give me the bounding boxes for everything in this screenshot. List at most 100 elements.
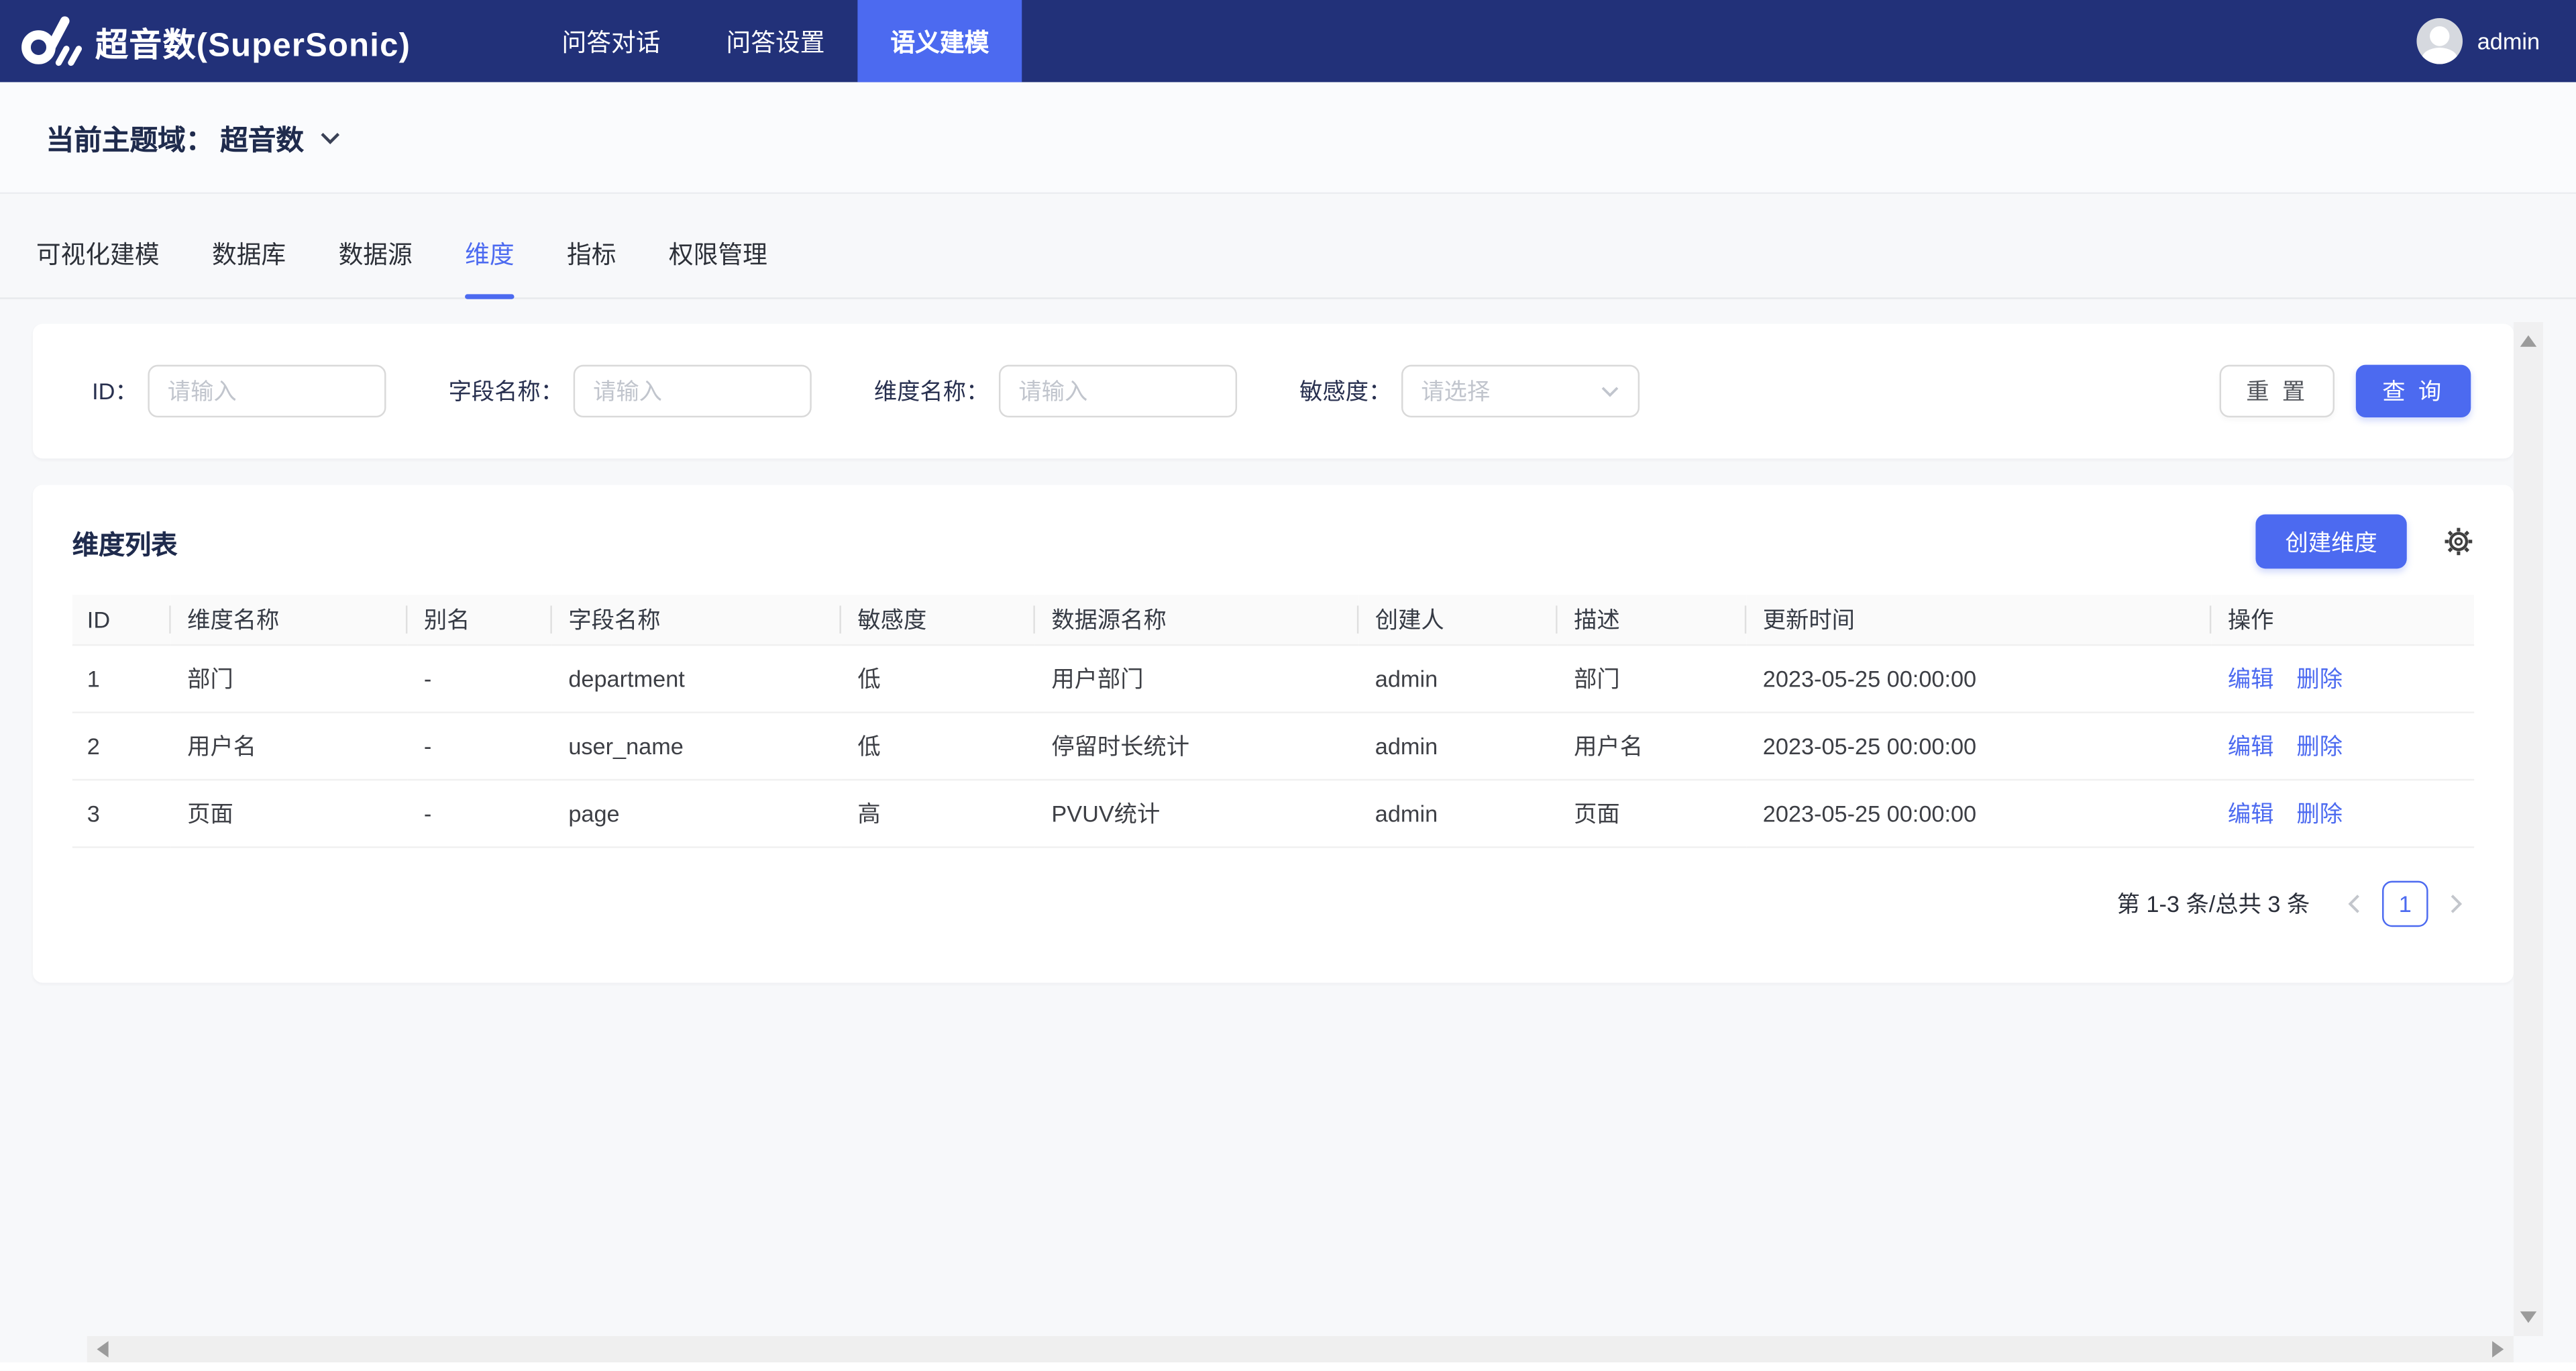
cell-actions: 编辑 删除 — [2211, 645, 2474, 712]
brand[interactable]: 超音数(SuperSonic) — [0, 0, 513, 82]
tab-visual-modeling[interactable]: 可视化建模 — [30, 237, 166, 298]
tab-database[interactable]: 数据库 — [205, 237, 292, 298]
cell-field: user_name — [552, 713, 841, 780]
nav-item-qa-chat[interactable]: 问答对话 — [529, 0, 694, 82]
col-creator: 创建人 — [1358, 595, 1557, 646]
id-input[interactable] — [148, 365, 386, 417]
cell-sensitivity: 高 — [841, 780, 1035, 847]
tab-dimension[interactable]: 维度 — [458, 237, 521, 298]
search-button[interactable]: 查 询 — [2356, 365, 2471, 417]
scroll-right-icon[interactable] — [2492, 1341, 2504, 1357]
col-dimension-name: 维度名称 — [171, 595, 408, 646]
domain-bar: 当前主题域： 超音数 — [0, 82, 2576, 194]
username: admin — [2477, 28, 2540, 54]
table-row: 2 用户名 - user_name 低 停留时长统计 admin 用户名 202… — [72, 713, 2474, 780]
sensitivity-select[interactable]: 请选择 — [1401, 365, 1640, 417]
filter-group-sensitivity: 敏感度： 请选择 — [1299, 365, 1640, 417]
cell-creator: admin — [1358, 713, 1557, 780]
dimension-list-panel: 维度列表 创建维度 — [33, 485, 2514, 982]
cell-field: page — [552, 780, 841, 847]
cell-description: 部门 — [1558, 645, 1747, 712]
cell-id: 2 — [72, 713, 171, 780]
tab-datasource[interactable]: 数据源 — [332, 237, 419, 298]
pagination: 第 1-3 条/总共 3 条 1 — [72, 881, 2474, 927]
edit-link[interactable]: 编辑 — [2228, 733, 2274, 759]
user-menu[interactable]: admin — [2416, 0, 2576, 82]
dimension-table: ID 维度名称 别名 字段名称 敏感度 数据源名称 创建人 描述 更新时间 操作… — [72, 595, 2474, 848]
dimension-name-input[interactable] — [999, 365, 1237, 417]
col-update-time: 更新时间 — [1746, 595, 2211, 646]
select-placeholder: 请选择 — [1421, 374, 1490, 407]
scroll-left-icon[interactable] — [97, 1341, 108, 1357]
cell-actions: 编辑 删除 — [2211, 780, 2474, 847]
cell-creator: admin — [1358, 780, 1557, 847]
nav-item-semantic-modeling[interactable]: 语义建模 — [857, 0, 1022, 82]
table-row: 3 页面 - page 高 PVUV统计 admin 页面 2023-05-25… — [72, 780, 2474, 847]
cell-datasource: 停留时长统计 — [1035, 713, 1358, 780]
table-header-row: ID 维度名称 别名 字段名称 敏感度 数据源名称 创建人 描述 更新时间 操作 — [72, 595, 2474, 646]
create-dimension-button[interactable]: 创建维度 — [2255, 515, 2406, 569]
cell-field: department — [552, 645, 841, 712]
user-avatar — [2416, 18, 2463, 64]
gear-icon[interactable] — [2443, 526, 2475, 558]
cell-datasource: 用户部门 — [1035, 645, 1358, 712]
vertical-scrollbar[interactable] — [2514, 322, 2543, 1336]
cell-updated: 2023-05-25 00:00:00 — [1746, 645, 2211, 712]
scroll-up-icon[interactable] — [2520, 336, 2536, 347]
supersonic-logo-icon — [19, 15, 82, 67]
delete-link[interactable]: 删除 — [2296, 801, 2343, 827]
edit-link[interactable]: 编辑 — [2228, 801, 2274, 827]
filter-label-id: ID： — [92, 374, 138, 407]
cell-creator: admin — [1358, 645, 1557, 712]
filter-group-dimension-name: 维度名称： — [874, 365, 1237, 417]
main-nav: 问答对话 问答设置 语义建模 — [529, 0, 1022, 82]
filter-actions: 重 置 查 询 — [2220, 365, 2471, 417]
delete-link[interactable]: 删除 — [2296, 666, 2343, 692]
filter-group-field-name: 字段名称： — [449, 365, 812, 417]
reset-button[interactable]: 重 置 — [2220, 365, 2334, 417]
domain-selector[interactable]: 超音数 — [213, 117, 341, 158]
prev-page-button[interactable] — [2336, 882, 2372, 925]
cell-name: 用户名 — [171, 713, 408, 780]
col-alias: 别名 — [407, 595, 552, 646]
tab-permission[interactable]: 权限管理 — [662, 237, 774, 298]
cell-id: 3 — [72, 780, 171, 847]
cell-alias: - — [407, 645, 552, 712]
nav-item-qa-settings[interactable]: 问答设置 — [694, 0, 858, 82]
chevron-down-icon — [319, 129, 341, 145]
cell-alias: - — [407, 713, 552, 780]
col-field-name: 字段名称 — [552, 595, 841, 646]
cell-description: 用户名 — [1558, 713, 1747, 780]
domain-value: 超音数 — [220, 117, 304, 158]
filter-group-id: ID： — [92, 365, 386, 417]
cell-description: 页面 — [1558, 780, 1747, 847]
cell-name: 部门 — [171, 645, 408, 712]
field-name-input[interactable] — [574, 365, 812, 417]
delete-link[interactable]: 删除 — [2296, 733, 2343, 759]
col-id: ID — [72, 595, 171, 646]
cell-actions: 编辑 删除 — [2211, 713, 2474, 780]
cell-sensitivity: 低 — [841, 645, 1035, 712]
bottom-strip — [0, 1362, 2576, 1370]
model-tabs: 可视化建模 数据库 数据源 维度 指标 权限管理 — [0, 194, 2576, 299]
filter-label-dimension-name: 维度名称： — [874, 374, 989, 407]
filter-panel: ID： 字段名称： 维度名称： 敏感度： 请选择 重 置 查 询 — [33, 323, 2514, 458]
next-page-button[interactable] — [2438, 882, 2474, 925]
cell-alias: - — [407, 780, 552, 847]
cell-name: 页面 — [171, 780, 408, 847]
domain-label: 当前主题域： — [46, 117, 214, 158]
panel-title: 维度列表 — [72, 522, 178, 562]
cell-sensitivity: 低 — [841, 713, 1035, 780]
scroll-down-icon[interactable] — [2520, 1311, 2536, 1323]
chevron-down-icon — [1600, 384, 1619, 399]
col-description: 描述 — [1558, 595, 1747, 646]
horizontal-scrollbar[interactable] — [87, 1336, 2514, 1362]
cell-updated: 2023-05-25 00:00:00 — [1746, 713, 2211, 780]
filter-label-sensitivity: 敏感度： — [1299, 374, 1391, 407]
edit-link[interactable]: 编辑 — [2228, 666, 2274, 692]
tab-metric[interactable]: 指标 — [560, 237, 623, 298]
col-datasource-name: 数据源名称 — [1035, 595, 1358, 646]
page-1-button[interactable]: 1 — [2382, 881, 2428, 927]
filter-label-field-name: 字段名称： — [449, 374, 564, 407]
table-row: 1 部门 - department 低 用户部门 admin 部门 2023-0… — [72, 645, 2474, 712]
